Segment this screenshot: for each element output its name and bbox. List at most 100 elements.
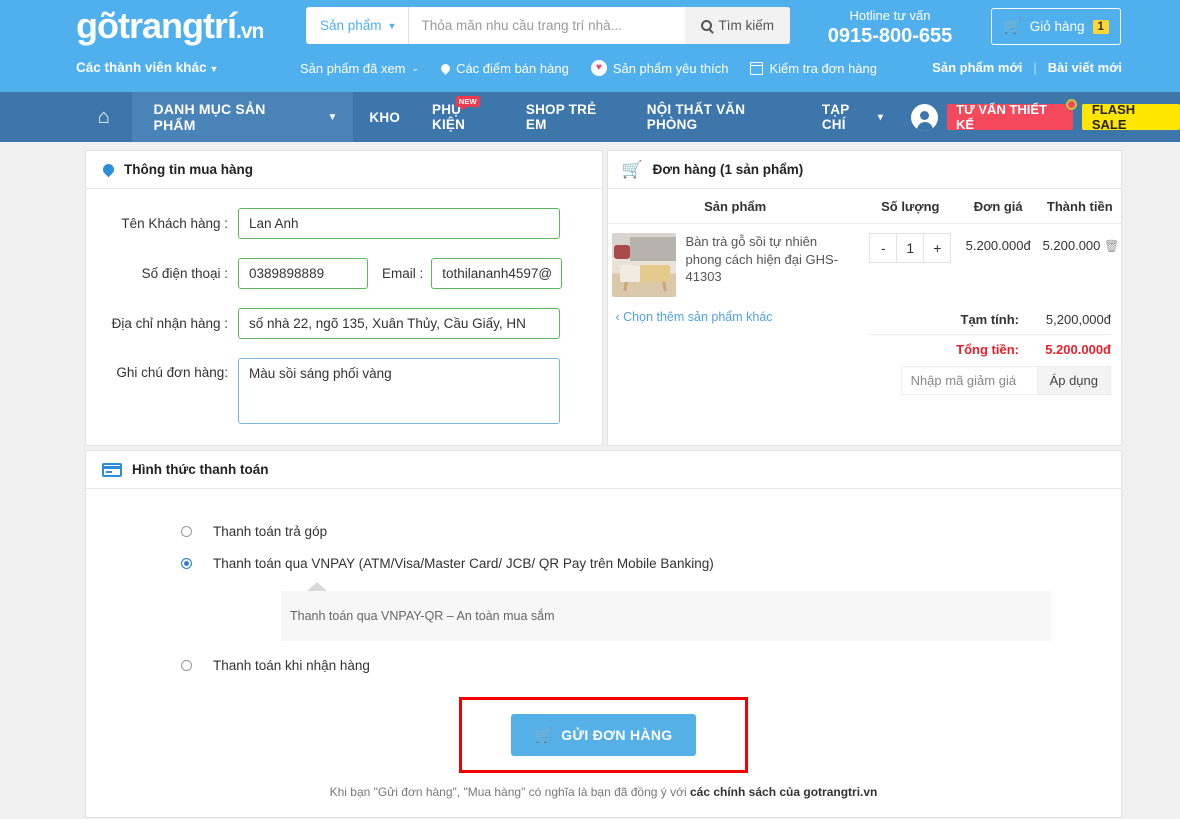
search-category-label: Sản phẩm [320,18,382,33]
vnpay-note-box: Thanh toán qua VNPAY-QR – An toàn mua sắ… [281,582,1051,641]
credit-card-icon [102,462,122,477]
main-navigation: ⌂ DANH MỤC SẢN PHẨM ▼ KHO NEW PHỤ KIỆN S… [0,92,1180,142]
note-textarea[interactable] [238,358,560,424]
radio-icon[interactable] [181,659,192,671]
subnav-label: Sản phẩm yêu thích [612,60,729,76]
address-label: Địa chỉ nhận hàng : [111,316,228,331]
nav-category-menu[interactable]: DANH MỤC SẢN PHẨM ▼ [131,92,354,142]
cell-product: Bàn trà gỗ sồi tự nhiên phong cách hiện … [608,224,863,307]
submit-order-label: GỬI ĐƠN HÀNG [561,727,673,743]
nav-home-button[interactable]: ⌂ [76,92,132,142]
user-avatar[interactable] [911,103,939,131]
chevron-down-icon: ▼ [327,111,338,123]
subnav-item-stores[interactable]: Các điểm bán hàng [439,61,569,76]
search-bar: Sản phẩm ▼ Tìm kiếm [306,7,790,44]
subtotal-value: 5,200,000đ [1045,312,1111,327]
hotline-number: 0915-800-655 [827,25,953,47]
phone-input[interactable] [238,258,368,289]
payment-options: Thanh toán trả góp Thanh toán qua VNPAY … [86,489,1121,681]
design-consult-button[interactable]: TƯ VẤN THIẾT KẾ [947,99,1077,132]
col-unit-price: Đơn giá [957,189,1039,224]
order-header: 🛒 Đơn hàng (1 sản phẩm) [607,151,1121,189]
product-name[interactable]: Bàn trà gỗ sồi tự nhiên phong cách hiện … [686,233,854,297]
vnpay-note: Thanh toán qua VNPAY-QR – An toàn mua sắ… [290,609,555,623]
quantity-decrement-button[interactable]: - [870,234,896,262]
payment-option-cod[interactable]: Thanh toán khi nhận hàng [181,649,1121,681]
address-input[interactable] [238,308,560,339]
thumb-pillow [613,245,630,259]
flash-sale-button[interactable]: FLASH SALE [1081,102,1180,132]
thumb-leg-left [622,281,628,292]
search-input[interactable] [409,7,685,44]
policy-text: Khi bạn "Gửi đơn hàng", "Mua hàng" có ng… [86,785,1121,799]
thumb-drawer [619,265,640,282]
quantity-increment-button[interactable]: + [924,234,950,262]
payment-header: Hình thức thanh toán [86,451,1121,489]
map-pin-icon [100,161,117,178]
apply-coupon-button[interactable]: Áp dụng [1036,366,1111,395]
quantity-stepper: - 1 + [869,233,952,263]
payment-title: Hình thức thanh toán [132,462,269,477]
radio-icon-selected[interactable] [181,557,192,569]
cell-line-total: 5.200.000 🗑 [1039,224,1121,307]
notification-dot-icon [1065,99,1077,110]
cell-quantity: - 1 + [863,224,958,307]
subnav-item-favorites[interactable]: ♥ Sản phẩm yêu thích [590,60,729,76]
nav-item-kho[interactable]: KHO [353,92,416,142]
coupon-group: Áp dụng [869,366,1111,395]
cart-button[interactable]: 🛒 Giỏ hàng 1 [991,8,1121,45]
buyer-info-panel: Thông tin mua hàng Tên Khách hàng : Số đ… [85,150,603,446]
link-new-products[interactable]: Sản phẩm mới [932,60,1022,75]
email-input[interactable] [431,258,563,289]
buyer-info-header: Thông tin mua hàng [86,151,602,189]
members-dropdown[interactable]: Các thành viên khác ▼ [76,60,218,75]
design-consult-label: TƯ VẤN THIẾT KẾ [956,102,1047,132]
nav-item-label: TẠP CHÍ [821,102,850,132]
search-button[interactable]: Tìm kiếm [684,7,790,44]
search-button-label: Tìm kiếm [718,18,775,33]
link-separator: | [1033,60,1037,75]
quantity-value[interactable]: 1 [896,234,925,262]
trash-icon[interactable]: 🗑 [1104,239,1119,253]
new-badge: NEW [455,96,480,110]
subnav-label: Kiểm tra đơn hàng [769,60,877,76]
nav-item-shoptreem[interactable]: SHOP TRẺ EM [510,92,631,142]
policy-prefix: Khi bạn "Gửi đơn hàng", "Mua hàng" có ng… [329,785,690,799]
search-category-select[interactable]: Sản phẩm ▼ [306,7,410,44]
policy-link[interactable]: các chính sách của gotrangtri.vn [690,785,877,799]
nav-item-label: KHO [369,109,401,125]
product-thumbnail[interactable] [611,233,676,297]
cart-icon: 🛒 [1003,18,1022,35]
checkout-columns: Thông tin mua hàng Tên Khách hàng : Số đ… [0,142,1180,446]
search-icon [700,20,712,31]
thumb-leg-right [661,281,667,292]
customer-name-input[interactable] [238,208,560,239]
nav-item-phukien[interactable]: NEW PHỤ KIỆN [416,92,510,142]
coupon-input[interactable] [900,366,1037,395]
site-logo[interactable]: gõtrangtrí.vn [76,8,264,44]
add-more-label: Chọn thêm sản phẩm khác [623,310,773,324]
submit-order-button[interactable]: 🛒 GỬI ĐƠN HÀNG [510,714,697,756]
members-label: Các thành viên khác [76,60,207,75]
table-row: Bàn trà gỗ sồi tự nhiên phong cách hiện … [608,224,1122,307]
customer-name-label: Tên Khách hàng : [121,216,228,231]
nav-item-noithatvanphong[interactable]: NỘI THẤT VĂN PHÒNG [631,92,806,142]
radio-icon[interactable] [181,525,192,537]
add-more-products-link[interactable]: ‹ Chọn thêm sản phẩm khác [614,306,870,324]
col-product: Sản phẩm [607,189,863,224]
flash-sale-label: FLASH SALE [1091,102,1136,132]
link-new-posts[interactable]: Bài viết mới [1048,60,1122,75]
col-quantity: Số lượng [862,189,958,224]
order-table: Sản phẩm Số lượng Đơn giá Thành tiền Bàn… [607,189,1122,307]
payment-option-vnpay[interactable]: Thanh toán qua VNPAY (ATM/Visa/Master Ca… [181,547,1121,579]
nav-item-tapchi[interactable]: TẠP CHÍ ▾ [806,92,899,142]
cart-label: Giỏ hàng [1029,19,1085,34]
payment-option-label: Thanh toán trả góp [213,523,328,539]
subnav-item-order-check[interactable]: Kiểm tra đơn hàng [750,61,877,76]
cart-icon: 🛒 [534,726,553,743]
total-row: Tổng tiền: 5.200.000đ [869,335,1111,366]
payment-option-installment[interactable]: Thanh toán trả góp [181,515,1121,547]
calendar-icon [750,61,764,75]
order-table-header-row: Sản phẩm Số lượng Đơn giá Thành tiền [607,189,1121,224]
subnav-item-viewed[interactable]: Sản phẩm đã xem ⌄ [300,61,419,76]
